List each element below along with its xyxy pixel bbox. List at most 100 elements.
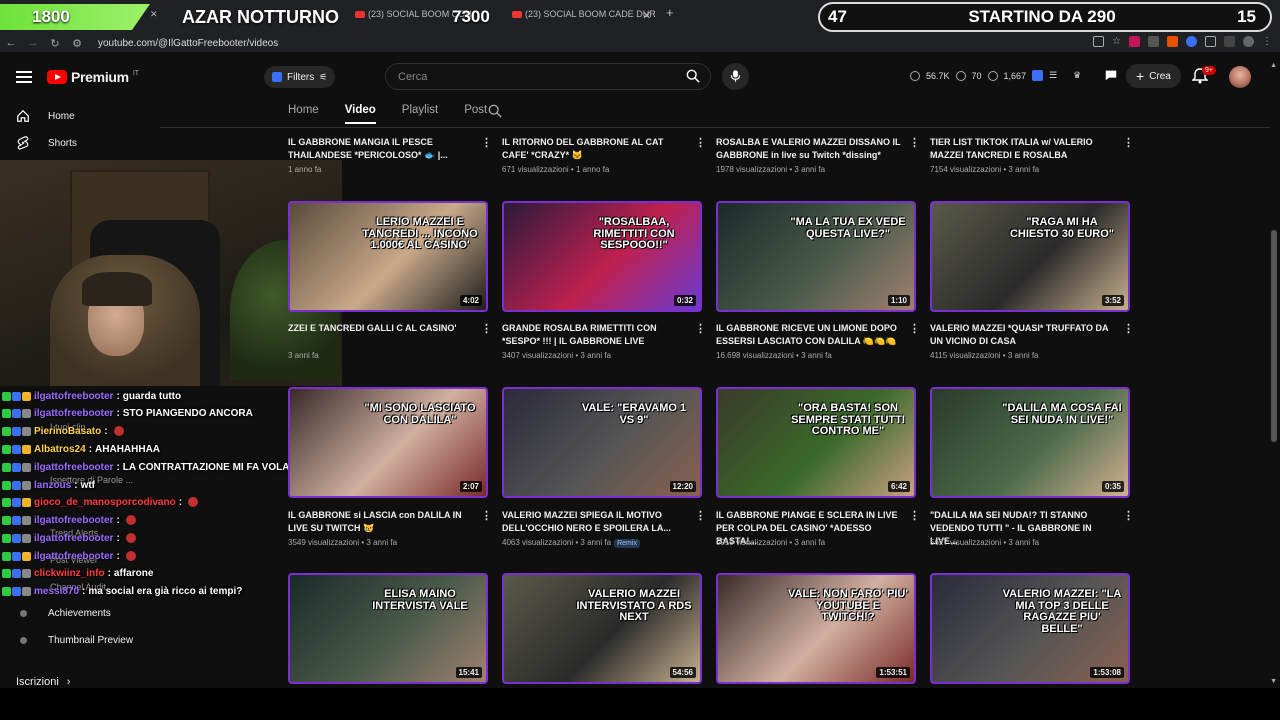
- more-options-icon[interactable]: ⋮: [481, 322, 492, 335]
- more-options-icon[interactable]: ⋮: [1123, 509, 1134, 522]
- chat-username[interactable]: PierinoBasato: [34, 426, 101, 437]
- chat-username[interactable]: ilgattofreebooter: [34, 391, 113, 402]
- hamburger-menu-icon[interactable]: [16, 71, 32, 83]
- video-title[interactable]: VALERIO MAZZEI *QUASI* TRUFFATO DA UN VI…: [930, 322, 1115, 348]
- video-thumbnail[interactable]: VALERIO MAZZEI INTERVISTATO A RDS NEXT 54…: [502, 573, 702, 684]
- video-thumbnail[interactable]: LERIO MAZZEI E TANCREDI ... INCONO 1.000…: [288, 201, 488, 312]
- video-title[interactable]: IL GABBRONE si LASCIA con DALILA IN LIVE…: [288, 509, 473, 535]
- extension-icon[interactable]: [1032, 70, 1044, 81]
- menu-dots-icon[interactable]: ⋮: [1262, 36, 1272, 47]
- video-thumbnail[interactable]: "MA LA TUA EX VEDE QUESTA LIVE?" 1:10: [716, 201, 916, 312]
- chat-username[interactable]: ilgattofreebooter: [34, 551, 113, 562]
- scroll-up-icon[interactable]: ▲: [1270, 62, 1277, 69]
- extension-icon[interactable]: [1129, 36, 1140, 47]
- chat-username[interactable]: ilgattofreebooter: [34, 408, 113, 419]
- youtube-logo[interactable]: Premium IT: [47, 69, 139, 85]
- tab-video[interactable]: Video: [344, 104, 376, 124]
- video-thumbnail[interactable]: VALE: NON FARO' PIU' YOUTUBE E TWITCH!? 1…: [716, 573, 916, 684]
- video-title[interactable]: ROSALBA E VALERIO MAZZEI DISSANO IL GABB…: [716, 136, 901, 162]
- install-icon[interactable]: [1093, 36, 1105, 47]
- more-options-icon[interactable]: ⋮: [481, 136, 492, 149]
- more-options-icon[interactable]: ⋮: [695, 509, 706, 522]
- chat-username[interactable]: ilgattofreebooter: [34, 462, 113, 473]
- chat-bubble-icon[interactable]: [1104, 68, 1118, 82]
- new-tab-icon[interactable]: +: [666, 5, 674, 20]
- star-icon[interactable]: ☆: [1112, 36, 1121, 47]
- reading-list-icon[interactable]: [1224, 36, 1235, 47]
- video-thumbnail[interactable]: "ROSALBAA, RIMETTITI CON SESPOOO!!" 0:32: [502, 201, 702, 312]
- tab-playlist[interactable]: Playlist: [402, 104, 438, 116]
- chat-username[interactable]: messi870: [34, 586, 79, 597]
- voice-search-button[interactable]: [722, 63, 749, 90]
- video-title[interactable]: VALERIO MAZZEI SPIEGA IL MOTIVO DELL'OCC…: [502, 509, 687, 535]
- remix-badge[interactable]: Remix: [614, 539, 640, 548]
- chat-separator: :: [116, 550, 120, 562]
- badge-icon: [2, 444, 11, 454]
- video-thumbnail[interactable]: "DALILA MA COSA FAI SEI NUDA IN LIVE!" 0:…: [930, 387, 1130, 498]
- more-options-icon[interactable]: ⋮: [1123, 322, 1134, 335]
- subscriptions-header[interactable]: Iscrizioni ›: [16, 676, 70, 688]
- sidebar-item-shorts[interactable]: Shorts: [16, 136, 77, 150]
- search-input[interactable]: [386, 64, 666, 89]
- extension-icon[interactable]: [1167, 36, 1178, 47]
- chat-username[interactable]: ilgattofreebooter: [34, 515, 113, 526]
- emote-icon: [125, 551, 136, 561]
- tab-home[interactable]: Home: [288, 104, 319, 116]
- more-options-icon[interactable]: ⋮: [695, 136, 706, 149]
- video-thumbnail[interactable]: VALE: "ERAVAMO 1 VS 9" 12:20: [502, 387, 702, 498]
- url-field[interactable]: youtube.com/@IlGattoFreebooter/videos: [98, 38, 278, 49]
- more-options-icon[interactable]: ⋮: [909, 322, 920, 335]
- profile-icon[interactable]: [1243, 36, 1254, 47]
- video-thumbnail[interactable]: VALERIO MAZZEI: "LA MIA TOP 3 DELLE RAGA…: [930, 573, 1130, 684]
- chat-username[interactable]: ilgattofreebooter: [34, 533, 113, 544]
- tab-close-icon[interactable]: ✕: [642, 9, 651, 22]
- browser-tab-close-icon[interactable]: ✕: [150, 9, 158, 20]
- sidebar-item-home[interactable]: Home: [16, 109, 75, 123]
- chat-username[interactable]: Albatros24: [34, 444, 86, 455]
- search-icon[interactable]: [686, 69, 700, 83]
- video-title[interactable]: IL GABBRONE RICEVE UN LIMONE DOPO ESSERS…: [716, 322, 901, 348]
- more-options-icon[interactable]: ⋮: [481, 509, 492, 522]
- chat-badges: [2, 391, 31, 401]
- back-icon[interactable]: ←: [0, 37, 22, 49]
- list-icon[interactable]: ☰: [1049, 70, 1057, 81]
- tab-post[interactable]: Post: [464, 104, 487, 116]
- scrollbar[interactable]: [1271, 230, 1277, 442]
- avatar[interactable]: [1229, 66, 1251, 88]
- reload-icon[interactable]: ↻: [44, 37, 66, 50]
- sidebar-item-thumbnail-preview[interactable]: Thumbnail Preview: [16, 633, 133, 647]
- video-thumbnail[interactable]: "ORA BASTA! SON SEMPRE STATI TUTTI CONTR…: [716, 387, 916, 498]
- channel-search-icon[interactable]: [488, 104, 502, 118]
- chat-message: ilgattofreebooter: guarda tutto: [2, 388, 181, 404]
- video-meta: 7154 visualizzazioni • 3 anni fa: [930, 165, 1039, 174]
- video-thumbnail[interactable]: ELISA MAINO INTERVISTA VALE 15:41: [288, 573, 488, 684]
- extension-icon[interactable]: [1148, 36, 1159, 47]
- extension-icon[interactable]: [1186, 36, 1197, 47]
- video-title[interactable]: IL RITORNO DEL GABBRONE AL CAT CAFE' *CR…: [502, 136, 687, 162]
- badge-icon: [12, 480, 21, 490]
- video-title[interactable]: ZZEI E TANCREDI GALLI C AL CASINO': [288, 322, 473, 335]
- chat-username[interactable]: gioco_de_manosporcodivano: [34, 497, 176, 508]
- filters-ext-icon: [272, 72, 282, 82]
- upload-age: 3 anni fa: [580, 538, 612, 547]
- chat-username[interactable]: lanzous: [34, 480, 71, 491]
- more-options-icon[interactable]: ⋮: [909, 136, 920, 149]
- browser-tab-2[interactable]: (23) SOCIAL BOOM CADE DUR: [512, 9, 656, 19]
- video-thumbnail[interactable]: "MI SONO LASCIATO CON DALILA" 2:07: [288, 387, 488, 498]
- scroll-down-icon[interactable]: ▼: [1270, 678, 1277, 685]
- video-title[interactable]: IL GABBRONE MANGIA IL PESCE THAILANDESE …: [288, 136, 473, 162]
- puzzle-icon[interactable]: [1205, 36, 1216, 47]
- more-options-icon[interactable]: ⋮: [1123, 136, 1134, 149]
- sidebar-item-achievements[interactable]: Achievements: [16, 606, 111, 620]
- forward-icon[interactable]: →: [22, 37, 44, 49]
- filters-button[interactable]: Filters ⚟: [264, 66, 336, 88]
- video-title[interactable]: GRANDE ROSALBA RIMETTITI CON *SESPO* !!!…: [502, 322, 687, 348]
- more-options-icon[interactable]: ⋮: [909, 509, 920, 522]
- more-options-icon[interactable]: ⋮: [695, 322, 706, 335]
- trophy-icon[interactable]: ♛: [1073, 70, 1081, 81]
- video-thumbnail[interactable]: "RAGA MI HA CHIESTO 30 EURO" 3:52: [930, 201, 1130, 312]
- create-button[interactable]: + Crea: [1126, 64, 1181, 88]
- video-title[interactable]: TIER LIST TIKTOK ITALIA w/ VALERIO MAZZE…: [930, 136, 1115, 162]
- chat-username[interactable]: clickwiinz_info: [34, 568, 105, 579]
- site-info-icon[interactable]: ⚙: [66, 37, 88, 50]
